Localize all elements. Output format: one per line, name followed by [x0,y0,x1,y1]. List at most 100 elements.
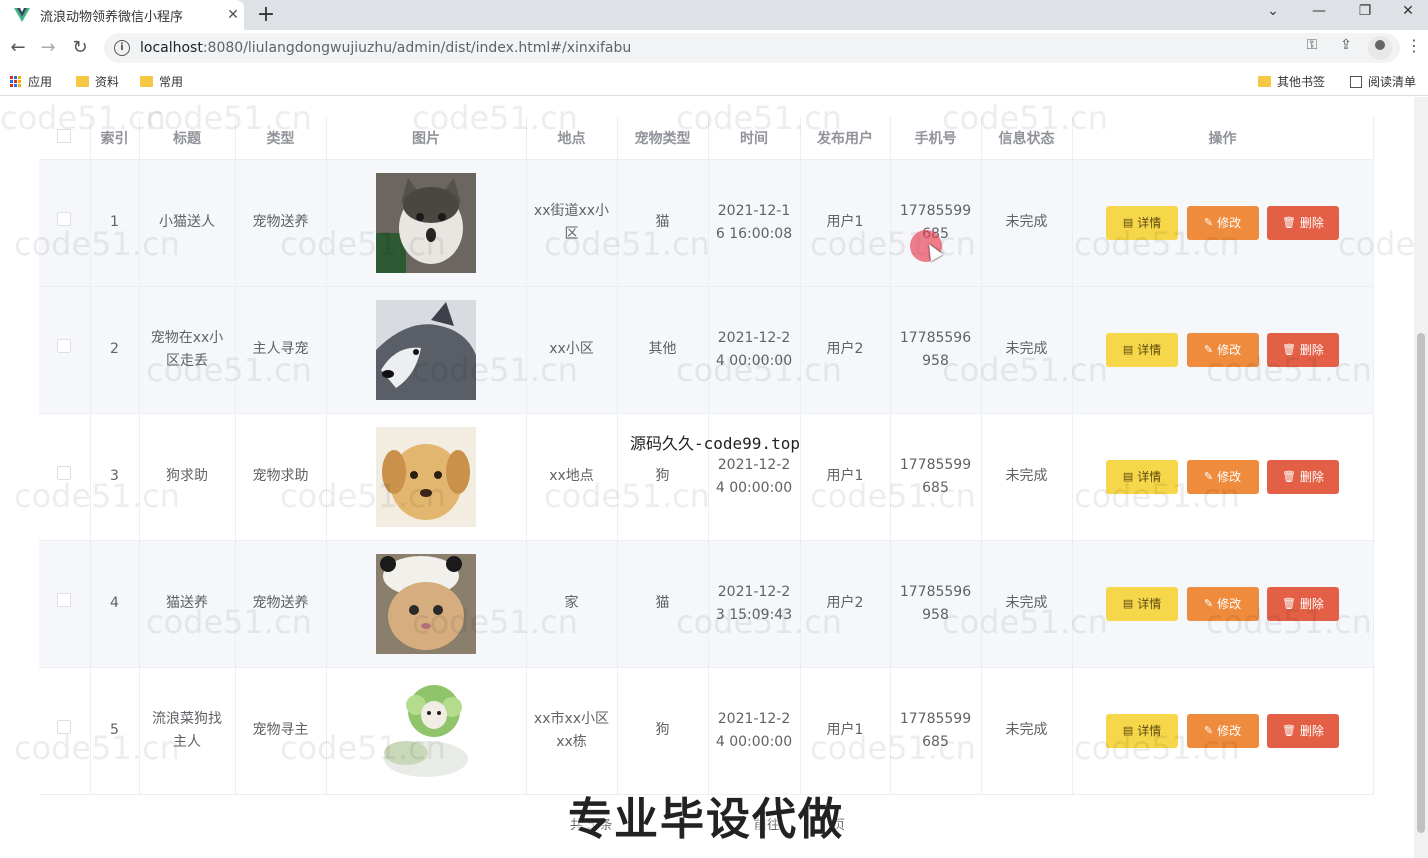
detail-button[interactable]: ▤ 详情 [1106,713,1179,748]
reading-list-icon [1350,75,1362,88]
browser-tab-strip: 流浪动物领养微信小程序 ✕ + ⌄ — ❐ ✕ [0,0,1428,30]
cell-status: 未完成 [981,286,1073,414]
table-row: 2 宠物在xx小区走丢 主人寻宠 xx小区 其他 2021-12-24 00:0… [39,286,1374,414]
cell-type: 宠物送养 [235,159,327,287]
profile-avatar-icon[interactable] [1368,36,1392,60]
edit-button[interactable]: ✎ 修改 [1186,586,1259,621]
delete-button[interactable]: 🗑 删除 [1266,713,1339,748]
cat-photo-icon[interactable] [376,172,476,273]
cell-image [326,667,527,795]
detail-label: 详情 [1137,597,1162,611]
edit-pencil-icon: ✎ [1203,598,1214,610]
edit-label: 修改 [1217,343,1242,357]
url-host: localhost [140,40,203,56]
cell-user: 用户1 [800,667,891,795]
row-checkbox[interactable] [57,593,72,607]
folder-icon [140,76,153,87]
cell-image [326,413,527,541]
document-icon: ▤ [1122,217,1134,229]
cell-time: 2021-12-23 15:09:43 [708,540,801,668]
cell-status: 未完成 [981,667,1073,795]
row-checkbox[interactable] [57,466,72,480]
window-close-icon[interactable]: ✕ [1388,3,1428,19]
cat-in-hat-photo-icon[interactable] [376,553,476,654]
site-info-icon[interactable]: i [114,40,130,56]
delete-button[interactable]: 🗑 删除 [1266,586,1339,621]
document-icon: ▤ [1122,344,1134,356]
bookmark-label: 应用 [28,75,53,89]
other-bookmarks[interactable]: 其他书签 [1258,73,1325,90]
info-table: 索引 标题 类型 图片 地点 宠物类型 时间 发布用户 手机号 信息状态 操作 … [39,117,1374,795]
edit-button[interactable]: ✎ 修改 [1186,205,1259,240]
document-icon: ▤ [1122,471,1134,483]
delete-button[interactable]: 🗑 删除 [1266,332,1339,367]
share-icon[interactable]: ⇪ [1336,37,1356,53]
browser-toolbar: ← → ↻ i localhost:8080/liulangdongwujiuz… [0,30,1428,66]
other-bookmarks-label: 其他书签 [1277,75,1326,89]
edit-label: 修改 [1217,470,1242,484]
header-image: 图片 [326,117,527,160]
overlay-ad-text: 专业毕设代做 [568,794,844,845]
page-scrollbar[interactable] [1414,97,1428,858]
edit-label: 修改 [1217,724,1242,738]
row-checkbox[interactable] [57,720,72,734]
cell-actions: ▤ 详情 ✎ 修改 🗑 删除 [1072,540,1374,668]
tab-close-icon[interactable]: ✕ [222,7,244,23]
row-checkbox[interactable] [57,339,72,353]
header-location: 地点 [526,117,618,160]
husky-photo-icon[interactable] [376,299,476,400]
folder-icon [76,76,89,87]
cell-status: 未完成 [981,159,1073,287]
edit-label: 修改 [1217,216,1242,230]
page-viewport: 索引 标题 类型 图片 地点 宠物类型 时间 发布用户 手机号 信息状态 操作 … [0,97,1414,858]
edit-button[interactable]: ✎ 修改 [1186,332,1259,367]
scrollbar-thumb[interactable] [1417,333,1425,833]
reading-list[interactable]: 阅读清单 [1350,73,1416,90]
cell-status: 未完成 [981,540,1073,668]
cell-time: 2021-12-24 00:00:00 [708,667,801,795]
forward-icon[interactable]: → [36,36,60,60]
reading-list-label: 阅读清单 [1368,75,1417,89]
header-title: 标题 [139,117,236,160]
browser-tab[interactable]: 流浪动物领养微信小程序 ✕ [0,0,244,30]
select-all-checkbox[interactable] [57,128,72,143]
puppy-photo-icon[interactable] [376,426,476,527]
trash-icon: 🗑 [1281,217,1296,229]
detail-button[interactable]: ▤ 详情 [1106,205,1179,240]
detail-button[interactable]: ▤ 详情 [1106,332,1179,367]
edit-button[interactable]: ✎ 修改 [1186,459,1259,494]
browser-menu-icon[interactable]: ⋮ [1406,36,1422,55]
url-path: :8080/liulangdongwujiuzhu/admin/dist/ind… [202,40,632,56]
detail-button[interactable]: ▤ 详情 [1106,586,1179,621]
bookmark-apps[interactable]: 应用 [10,73,52,90]
detail-label: 详情 [1137,343,1162,357]
cell-actions: ▤ 详情 ✎ 修改 🗑 删除 [1072,159,1374,287]
cell-index: 3 [90,413,140,541]
key-icon[interactable]: ⚿ [1302,37,1322,53]
delete-label: 删除 [1299,470,1324,484]
detail-button[interactable]: ▤ 详情 [1106,459,1179,494]
cell-index: 1 [90,159,140,287]
detail-label: 详情 [1137,470,1162,484]
tab-title: 流浪动物领养微信小程序 [40,9,184,25]
delete-button[interactable]: 🗑 删除 [1266,459,1339,494]
row-checkbox[interactable] [57,212,72,226]
bookmark-label: 常用 [159,75,184,89]
tab-search-icon[interactable]: ⌄ [1250,3,1296,19]
restore-icon[interactable]: ❐ [1342,3,1388,19]
minimize-icon[interactable]: — [1296,3,1342,19]
header-type: 类型 [235,117,327,160]
address-bar[interactable]: i localhost:8080/liulangdongwujiuzhu/adm… [104,33,1400,63]
delete-button[interactable]: 🗑 删除 [1266,205,1339,240]
delete-label: 删除 [1299,597,1324,611]
back-icon[interactable]: ← [6,36,30,60]
bookmark-folder-changyong[interactable]: 常用 [140,73,183,90]
cabbage-dog-photo-icon[interactable] [376,680,476,781]
new-tab-button[interactable]: + [256,2,276,27]
bookmark-folder-ziliao[interactable]: 资料 [76,73,119,90]
reload-icon[interactable]: ↻ [68,36,92,60]
select-all-cell[interactable] [39,117,91,160]
edit-button[interactable]: ✎ 修改 [1186,713,1259,748]
cell-location: xx地点 [526,413,618,541]
trash-icon: 🗑 [1281,598,1296,610]
